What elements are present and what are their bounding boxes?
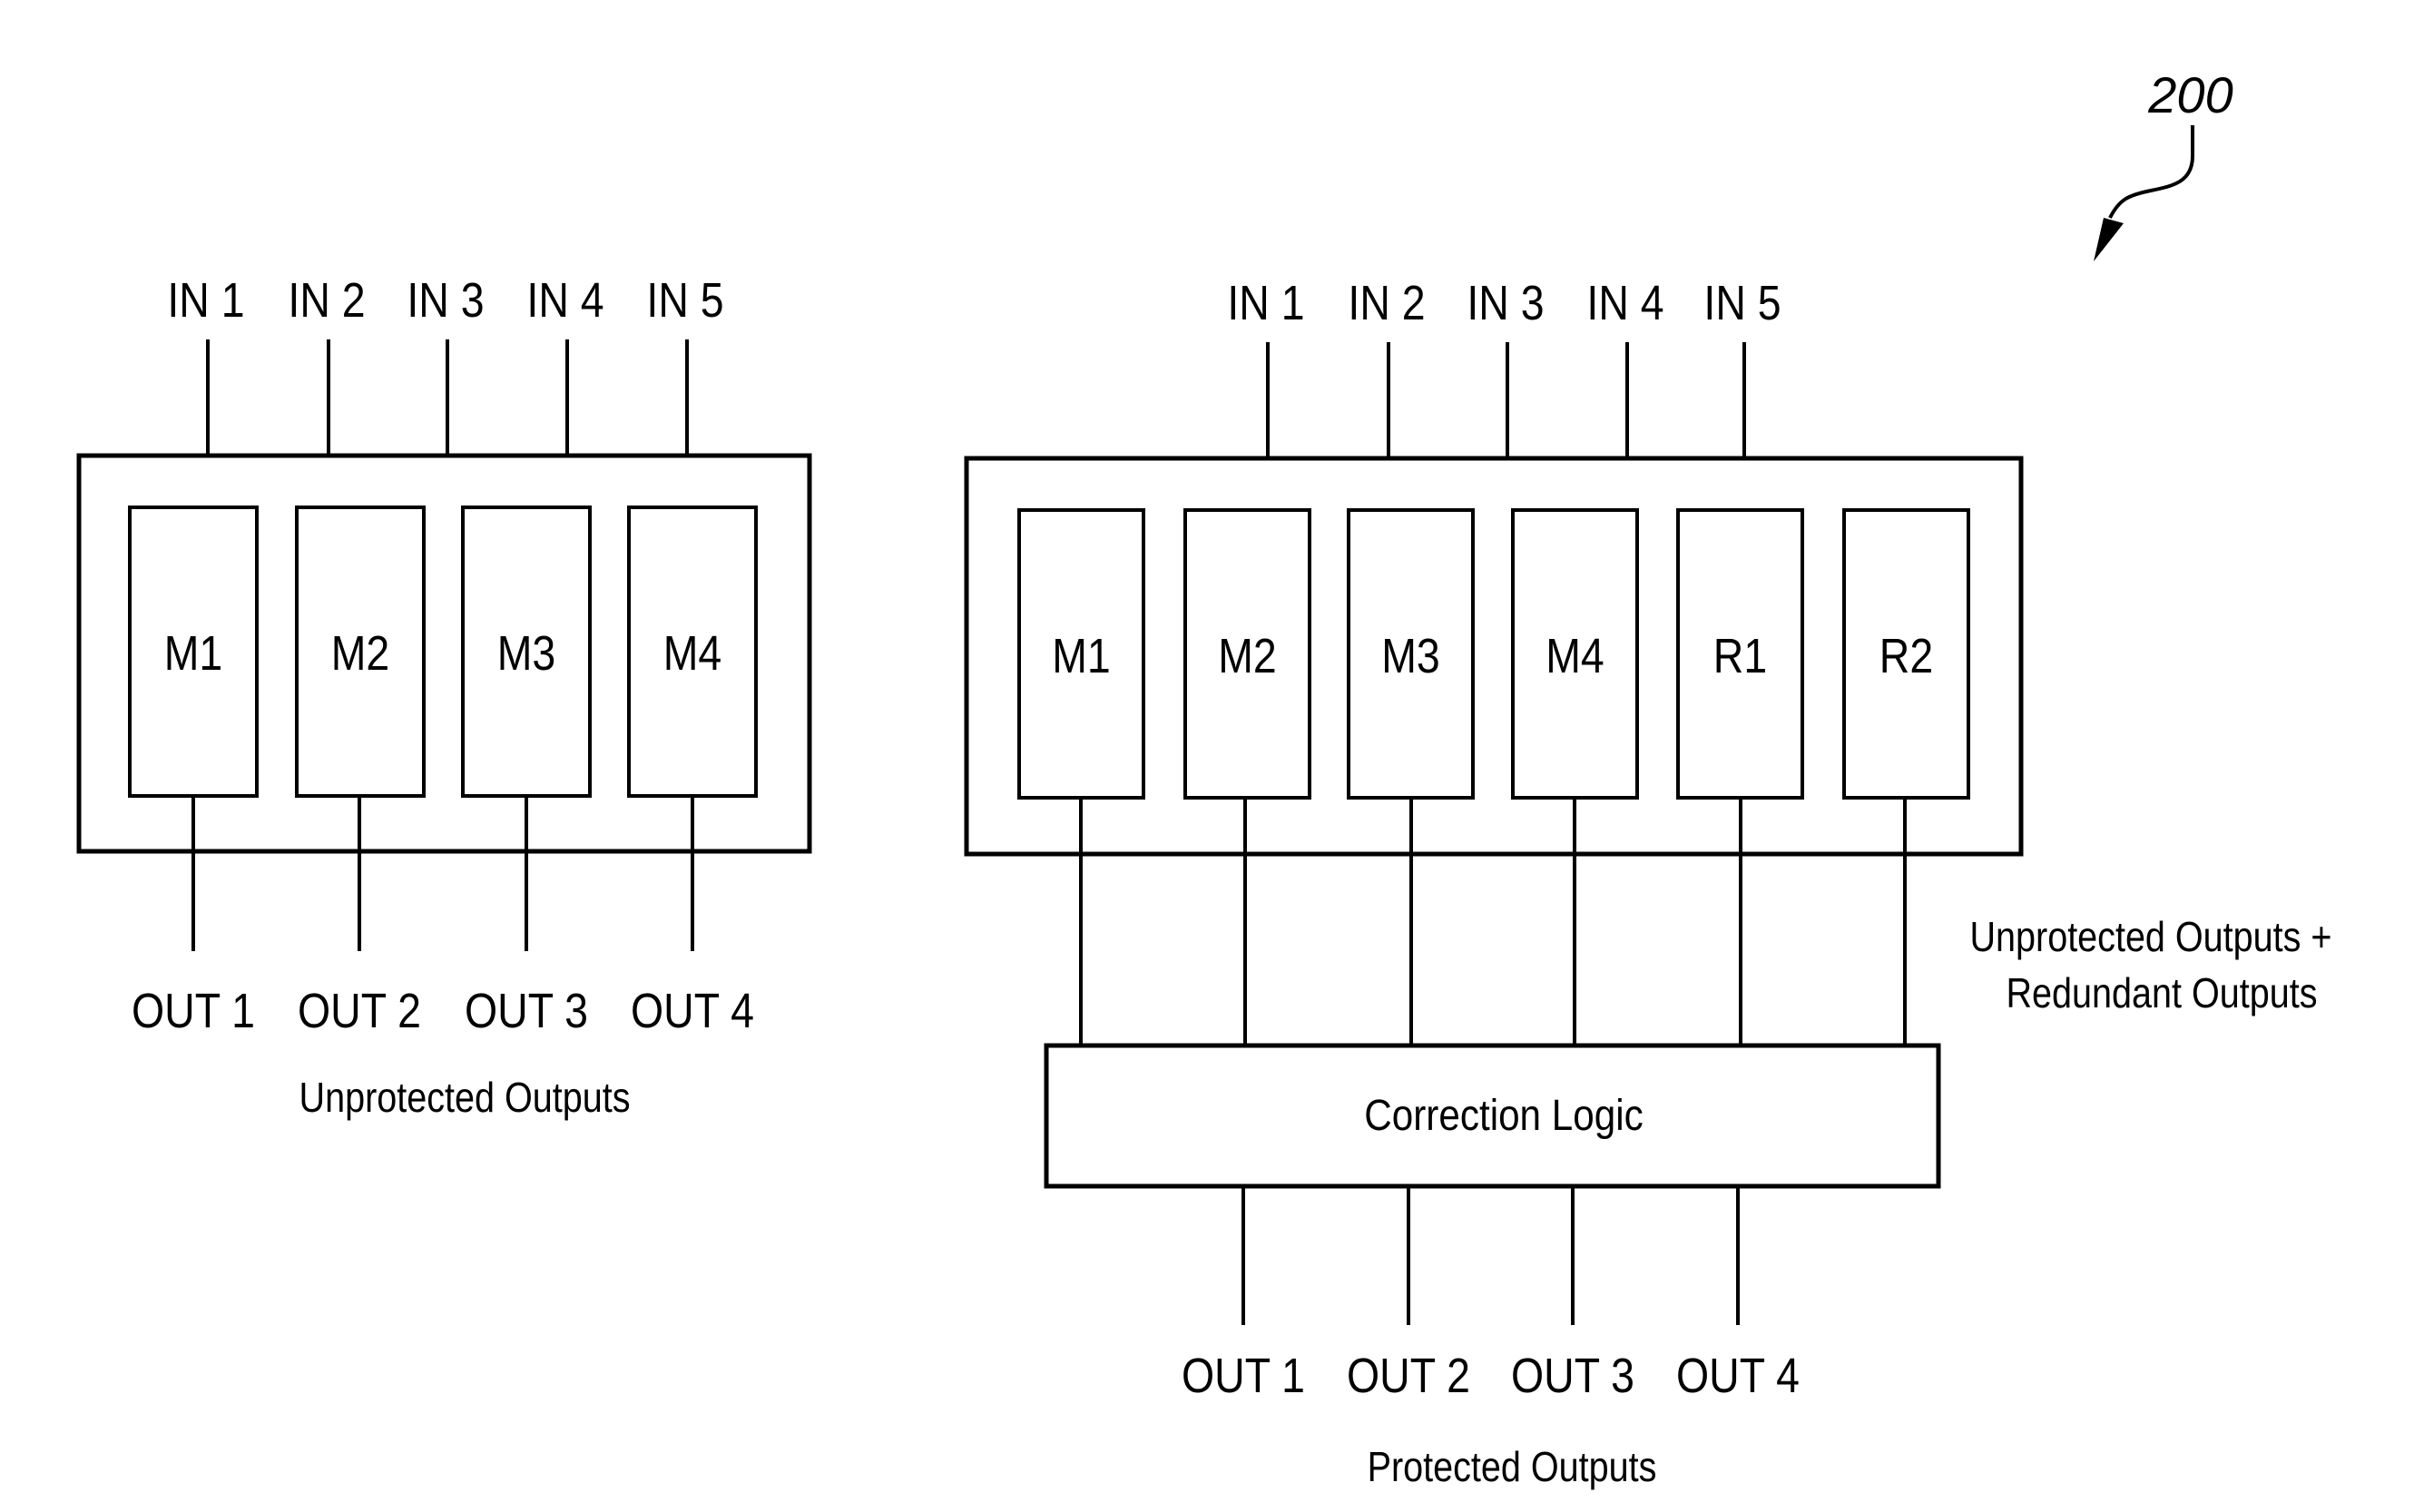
module-label: M2 bbox=[331, 625, 390, 681]
reference-label-group: 200 bbox=[2094, 66, 2233, 261]
output-label: OUT 4 bbox=[1676, 1348, 1800, 1403]
protected-outputs-caption: Protected Outputs bbox=[1368, 1444, 1657, 1490]
module-block: M4 bbox=[627, 506, 758, 798]
input-label: IN 4 bbox=[526, 272, 604, 328]
protected-system: IN 1 IN 2 IN 3 IN 4 IN 5 M1 M2 M3 M4 R1 R2 Unprot… bbox=[964, 275, 2332, 1491]
input-label: IN 3 bbox=[1467, 275, 1544, 330]
module-label: M4 bbox=[1546, 628, 1604, 683]
module-label: M4 bbox=[663, 625, 722, 681]
protected-modules: M1 M2 M3 M4 R1 R2 bbox=[1017, 508, 1970, 800]
protected-inputs: IN 1 IN 2 IN 3 IN 4 IN 5 bbox=[1227, 275, 1781, 458]
output-label: OUT 3 bbox=[1511, 1348, 1634, 1403]
output-label: OUT 2 bbox=[1347, 1348, 1470, 1403]
output-label: OUT 1 bbox=[1182, 1348, 1305, 1403]
module-label: M3 bbox=[497, 625, 556, 681]
unprotected-system: IN 1 IN 2 IN 3 IN 4 IN 5 M1 M2 M3 M4 OUT 1 OUT 2… bbox=[76, 272, 812, 1122]
reference-numeral: 200 bbox=[2147, 66, 2232, 123]
module-label: M1 bbox=[1052, 628, 1111, 683]
unprotected-outputs: OUT 1 OUT 2 OUT 3 OUT 4 bbox=[132, 796, 754, 1038]
module-label: M3 bbox=[1381, 628, 1440, 683]
leader-arrow-icon bbox=[2108, 125, 2194, 219]
output-label: OUT 1 bbox=[132, 983, 255, 1038]
module-block: M1 bbox=[1017, 508, 1145, 800]
fault-tolerance-diagram: 200 IN 1 IN 2 IN 3 IN 4 IN 5 M1 M2 M3 M4 OUT 1O… bbox=[76, 66, 2332, 1491]
module-label: M1 bbox=[164, 625, 223, 681]
unprotected-outputs-caption: Unprotected Outputs bbox=[299, 1075, 631, 1121]
module-block: M1 bbox=[128, 506, 259, 798]
intermediate-caption-line1: Unprotected Outputs + bbox=[1969, 914, 2331, 960]
redundant-module-block: R1 bbox=[1676, 508, 1804, 800]
redundant-module-block: R2 bbox=[1842, 508, 1970, 800]
module-label: M2 bbox=[1218, 628, 1277, 683]
input-label: IN 5 bbox=[1703, 275, 1781, 330]
input-label: IN 2 bbox=[1348, 275, 1425, 330]
arrowhead-icon bbox=[2094, 218, 2124, 261]
unprotected-modules: M1 M2 M3 M4 bbox=[128, 506, 758, 798]
module-to-correction-wires bbox=[1079, 798, 1907, 1046]
input-label: IN 1 bbox=[1227, 275, 1304, 330]
protected-outputs: OUT 1 OUT 2 OUT 3 OUT 4 bbox=[1182, 1186, 1800, 1403]
output-label: OUT 3 bbox=[465, 983, 588, 1038]
output-label: OUT 2 bbox=[298, 983, 421, 1038]
module-label: R2 bbox=[1879, 628, 1933, 683]
module-block: M3 bbox=[1347, 508, 1475, 800]
input-label: IN 1 bbox=[167, 272, 244, 328]
input-label: IN 2 bbox=[288, 272, 365, 328]
module-block: M2 bbox=[1183, 508, 1311, 800]
module-block: M4 bbox=[1511, 508, 1639, 800]
module-block: M2 bbox=[295, 506, 426, 798]
correction-logic-label: Correction Logic bbox=[1364, 1090, 1644, 1139]
input-label: IN 3 bbox=[407, 272, 484, 328]
module-block: M3 bbox=[461, 506, 592, 798]
unprotected-inputs: IN 1 IN 2 IN 3 IN 4 IN 5 bbox=[167, 272, 724, 456]
input-label: IN 4 bbox=[1586, 275, 1663, 330]
input-label: IN 5 bbox=[646, 272, 723, 328]
output-label: OUT 4 bbox=[631, 983, 754, 1038]
module-label: R1 bbox=[1713, 628, 1767, 683]
intermediate-caption-line2: Redundant Outputs bbox=[2006, 970, 2317, 1016]
